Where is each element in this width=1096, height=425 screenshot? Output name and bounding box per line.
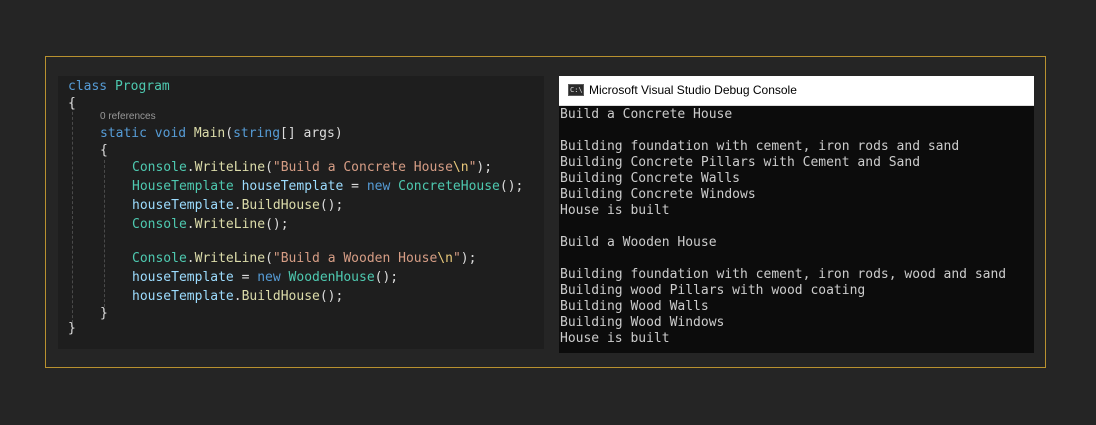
console-output-line: Building Wood Windows xyxy=(560,315,725,330)
console-output-line: Building foundation with cement, iron ro… xyxy=(560,267,1007,282)
console-output-line: Build a Concrete House xyxy=(560,107,733,122)
console-output-line: Build a Wooden House xyxy=(560,235,717,250)
console-title: Microsoft Visual Studio Debug Console xyxy=(589,83,797,97)
code-line-declare-template[interactable]: HouseTemplate houseTemplate = new Concre… xyxy=(132,178,523,195)
code-line-assign-wooden[interactable]: houseTemplate = new WoodenHouse(); xyxy=(132,269,398,286)
code-line-build-wooden[interactable]: houseTemplate.BuildHouse(); xyxy=(132,288,343,305)
console-output-line: Building Concrete Windows xyxy=(560,187,756,202)
code-line-brace[interactable]: { xyxy=(68,95,76,112)
code-line-brace[interactable]: } xyxy=(100,305,108,322)
codelens-references[interactable]: 0 references xyxy=(100,111,156,122)
code-line-brace[interactable]: { xyxy=(100,142,108,159)
console-output-line: Building foundation with cement, iron ro… xyxy=(560,139,960,154)
code-line-writeline-wooden[interactable]: Console.WriteLine("Build a Wooden House\… xyxy=(132,250,476,267)
code-line-main-signature[interactable]: static void Main(string[] args) xyxy=(100,125,343,142)
console-output-line: Building Wood Walls xyxy=(560,299,709,314)
code-line-brace[interactable]: } xyxy=(68,320,76,337)
console-app-icon: C:\ xyxy=(568,84,584,96)
console-output-line: Building Concrete Pillars with Cement an… xyxy=(560,155,921,170)
code-line-build-concrete[interactable]: houseTemplate.BuildHouse(); xyxy=(132,197,343,214)
console-output-line: House is built xyxy=(560,203,670,218)
indent-guide xyxy=(104,160,105,312)
code-line-class-decl[interactable]: class Program xyxy=(68,78,170,95)
console-output[interactable]: Build a Concrete House Building foundatio… xyxy=(560,107,1006,347)
console-output-line: House is built xyxy=(560,331,670,346)
debug-console-window[interactable]: C:\ Microsoft Visual Studio Debug Consol… xyxy=(559,76,1034,353)
code-line-writeline-empty[interactable]: Console.WriteLine(); xyxy=(132,216,289,233)
code-editor[interactable]: class Program { 0 references static void… xyxy=(58,76,544,349)
console-output-line: Building wood Pillars with wood coating xyxy=(560,283,866,298)
code-line-writeline-concrete[interactable]: Console.WriteLine("Build a Concrete Hous… xyxy=(132,159,492,176)
console-title-bar[interactable]: C:\ Microsoft Visual Studio Debug Consol… xyxy=(559,76,1034,106)
indent-guide xyxy=(72,102,73,328)
console-output-line: Building Concrete Walls xyxy=(560,171,741,186)
